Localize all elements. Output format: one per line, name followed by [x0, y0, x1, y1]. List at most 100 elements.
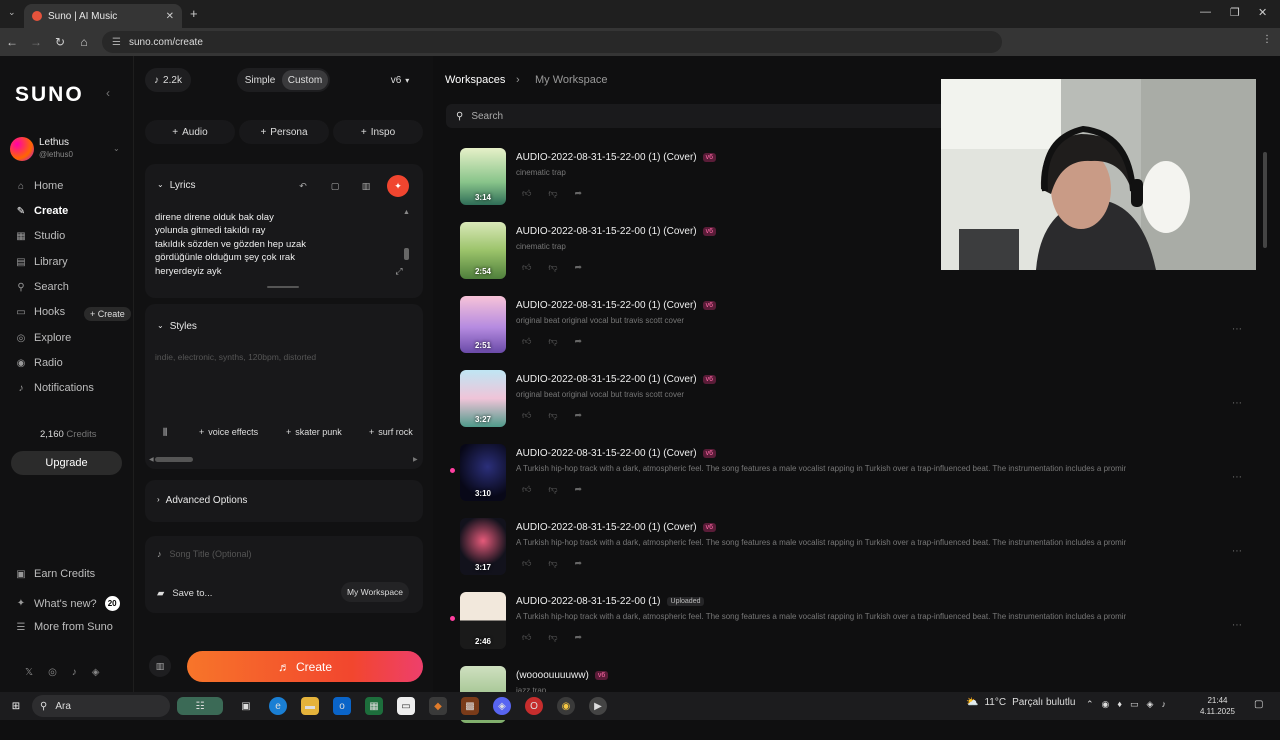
file-explorer-icon[interactable]: ▬	[301, 697, 319, 715]
advanced-options-card[interactable]: › Advanced Options	[145, 480, 423, 522]
song-thumbnail[interactable]: 3:10	[460, 444, 506, 501]
song-row[interactable]: 3:10 AUDIO-2022-08-31-15-22-00 (1) (Cove…	[434, 444, 1280, 518]
browser-tab[interactable]: Suno | AI Music ✕	[24, 4, 182, 28]
style-tag[interactable]: + voice effects	[199, 422, 258, 442]
dislike-icon[interactable]: 👎︎	[548, 410, 557, 421]
song-title[interactable]: AUDIO-2022-08-31-15-22-00 (1) (Cover)	[516, 448, 697, 459]
close-tab-icon[interactable]: ✕	[166, 11, 174, 22]
create-button[interactable]: ♬ Create	[187, 651, 423, 682]
copy-icon[interactable]: ▢	[324, 175, 346, 197]
close-window-icon[interactable]: ✕	[1258, 6, 1267, 19]
like-icon[interactable]: 👍︎	[522, 188, 531, 199]
like-icon[interactable]: 👍︎	[522, 558, 531, 569]
model-select[interactable]: v6 ▾	[382, 68, 418, 92]
instagram-icon[interactable]: ◎	[48, 667, 57, 678]
add-persona-button[interactable]: + Persona	[239, 120, 329, 144]
maximize-icon[interactable]: ❐	[1230, 6, 1240, 19]
share-icon[interactable]: ➦	[575, 262, 583, 273]
new-tab-icon[interactable]: +	[190, 6, 198, 21]
discord-icon[interactable]: ◈	[493, 697, 511, 715]
sidebar-item-radio[interactable]: ◉ Radio	[16, 357, 63, 369]
edge-icon[interactable]: e	[269, 697, 287, 715]
share-icon[interactable]: ➦	[575, 632, 583, 643]
tab-list-icon[interactable]: ⌄	[8, 7, 16, 18]
song-row[interactable]: 3:27 AUDIO-2022-08-31-15-22-00 (1) (Cove…	[434, 370, 1280, 444]
earn-credits-link[interactable]: ▣ Earn Credits	[16, 568, 95, 580]
song-thumbnail[interactable]: 2:46	[460, 592, 506, 649]
store-icon[interactable]: ▦	[365, 697, 383, 715]
search-highlight-icon[interactable]: ☷	[177, 697, 223, 715]
credits-pill[interactable]: ♪ 2.2k	[145, 68, 191, 92]
user-name[interactable]: Lethus	[39, 137, 69, 148]
song-row[interactable]: 3:17 AUDIO-2022-08-31-15-22-00 (1) (Cove…	[434, 518, 1280, 592]
hooks-create-button[interactable]: + Create	[84, 307, 131, 321]
dislike-icon[interactable]: 👎︎	[548, 262, 557, 273]
scroll-right-icon[interactable]: ▶	[413, 456, 418, 463]
more-from-suno-link[interactable]: ☰ More from Suno	[16, 621, 113, 633]
breadcrumb-workspaces[interactable]: Workspaces	[445, 74, 505, 86]
minimize-icon[interactable]: —	[1200, 6, 1211, 18]
styles-header[interactable]: ⌄ Styles	[157, 321, 197, 332]
clock[interactable]: 21:44 4.11.2025	[1200, 695, 1235, 717]
undo-icon[interactable]: ↶	[292, 175, 314, 197]
like-icon[interactable]: 👍︎	[522, 262, 531, 273]
ai-app-icon[interactable]: ◆	[429, 697, 447, 715]
sidebar-item-studio[interactable]: ▦ Studio	[16, 230, 65, 242]
song-title[interactable]: AUDIO-2022-08-31-15-22-00 (1) (Cover)	[516, 226, 697, 237]
sidebar-item-create[interactable]: ✎ Create	[16, 205, 68, 217]
song-thumbnail[interactable]: 2:54	[460, 222, 506, 279]
dislike-icon[interactable]: 👎︎	[548, 336, 557, 347]
search-input[interactable]: ⚲ Search	[446, 104, 966, 128]
share-icon[interactable]: ➦	[575, 188, 583, 199]
share-icon[interactable]: ➦	[575, 410, 583, 421]
tags-scrollbar[interactable]	[155, 457, 193, 462]
back-icon[interactable]: ←	[0, 35, 24, 49]
song-thumbnail[interactable]: 3:14	[460, 148, 506, 205]
lyrics-scrollbar[interactable]	[404, 248, 409, 260]
like-icon[interactable]: 👍︎	[522, 484, 531, 495]
song-title[interactable]: AUDIO-2022-08-31-15-22-00 (1) (Cover)	[516, 152, 697, 163]
style-library-icon[interactable]: ⫼	[163, 422, 167, 442]
add-inspo-button[interactable]: + Inspo	[333, 120, 423, 144]
more-options-icon[interactable]: ⋯	[1232, 620, 1242, 631]
style-tag[interactable]: + surf rock	[369, 422, 413, 442]
microphone-icon[interactable]: ♦	[1117, 699, 1122, 710]
song-thumbnail[interactable]: 2:51	[460, 296, 506, 353]
sidebar-item-library[interactable]: ▤ Library	[16, 256, 67, 268]
opera-icon[interactable]: O	[525, 697, 543, 715]
outlook-icon[interactable]: o	[333, 697, 351, 715]
mode-simple-tab[interactable]: Simple	[240, 70, 280, 90]
resize-handle[interactable]	[267, 286, 299, 288]
media-player-icon[interactable]: ▶	[589, 697, 607, 715]
suno-logo[interactable]: SUNO	[15, 83, 84, 107]
song-title[interactable]: (woooouuuuww)	[516, 670, 589, 681]
discord-icon[interactable]: ◈	[92, 667, 100, 678]
dislike-icon[interactable]: 👎︎	[548, 188, 557, 199]
weather-widget[interactable]: ⛅ 11°C Parçalı bulutlu	[966, 697, 1075, 708]
more-options-icon[interactable]: ⋯	[1232, 472, 1242, 483]
song-title[interactable]: AUDIO-2022-08-31-15-22-00 (1)	[516, 596, 661, 607]
like-icon[interactable]: 👍︎	[522, 410, 531, 421]
dislike-icon[interactable]: 👎︎	[548, 484, 557, 495]
styles-input[interactable]: indie, electronic, synths, 120bpm, disto…	[155, 352, 316, 362]
mode-custom-tab[interactable]: Custom	[282, 70, 328, 90]
trash-icon[interactable]: ▥	[149, 655, 171, 677]
whats-new-link[interactable]: ✦ What's new? 20	[16, 596, 120, 611]
style-tag[interactable]: + skater punk	[286, 422, 342, 442]
like-icon[interactable]: 👍︎	[522, 336, 531, 347]
chrome-icon[interactable]: ◉	[557, 697, 575, 715]
more-options-icon[interactable]: ⋯	[1232, 324, 1242, 335]
song-thumbnail[interactable]: 3:27	[460, 370, 506, 427]
notepad-icon[interactable]: ▭	[397, 697, 415, 715]
tiktok-icon[interactable]: ♪	[72, 667, 77, 678]
sidebar-item-home[interactable]: ⌂ Home	[16, 180, 63, 192]
song-row[interactable]: 2:51 AUDIO-2022-08-31-15-22-00 (1) (Cove…	[434, 296, 1280, 370]
forward-icon[interactable]: →	[24, 35, 48, 49]
reload-icon[interactable]: ↻	[48, 35, 72, 49]
lyrics-header[interactable]: ⌄ Lyrics	[157, 180, 195, 191]
scroll-up-icon[interactable]: ▲	[403, 209, 410, 216]
sidebar-item-search[interactable]: ⚲ Search	[16, 281, 69, 293]
breadcrumb-current[interactable]: My Workspace	[535, 74, 608, 86]
home-browser-icon[interactable]: ⌂	[72, 35, 96, 49]
collapse-sidebar-icon[interactable]: ‹	[106, 86, 110, 100]
